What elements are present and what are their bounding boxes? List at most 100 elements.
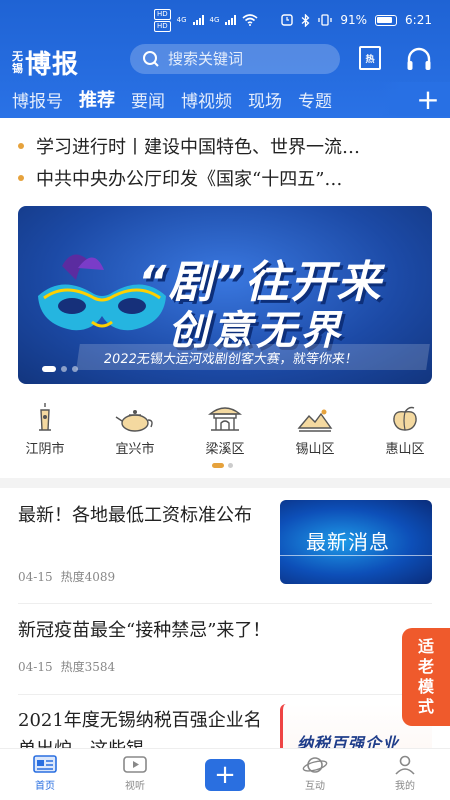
news-heat: 热度4089 bbox=[60, 570, 116, 584]
district-liangxi[interactable]: 梁溪区 bbox=[180, 402, 270, 462]
headline-item[interactable]: 学习进行时丨建设中国特色、世界一流… bbox=[0, 130, 450, 162]
nav-profile[interactable]: 我的 bbox=[360, 749, 450, 800]
banner-subtitle: 2022无锡大运河戏剧创客大赛，就等你来！ bbox=[76, 344, 430, 370]
district-huishan[interactable]: 惠山区 bbox=[360, 402, 450, 462]
news-item[interactable]: 2021年度无锡纳税百强企业名单出炉，这些锡… 纳税百强企业 bbox=[0, 698, 450, 748]
mountain-icon bbox=[297, 409, 333, 432]
alarm-icon bbox=[281, 14, 294, 26]
bluetooth-icon bbox=[301, 13, 310, 27]
hot-label: 热 bbox=[365, 54, 375, 65]
video-icon bbox=[123, 756, 147, 773]
pavilion-icon bbox=[208, 407, 242, 431]
headline-text: 学习进行时丨建设中国特色、世界一流… bbox=[36, 137, 360, 158]
user-icon bbox=[395, 755, 415, 775]
wifi-icon bbox=[242, 14, 258, 26]
battery-percent: 91% bbox=[340, 13, 368, 27]
district-shortcuts: 江阴市 宜兴市 梁溪区 锡山区 惠山区 bbox=[0, 402, 450, 462]
news-date: 04-15 bbox=[18, 570, 53, 584]
news-thumbnail: 最新消息 bbox=[280, 500, 432, 584]
district-label: 宜兴市 bbox=[115, 442, 155, 457]
nav-label: 首页 bbox=[35, 781, 55, 792]
bullet-dot bbox=[18, 175, 24, 181]
teapot-icon bbox=[115, 410, 153, 432]
plus-icon: + bbox=[416, 82, 440, 116]
district-label: 梁溪区 bbox=[205, 442, 245, 457]
tab-news[interactable]: 要闻 bbox=[123, 87, 173, 112]
tab-topic[interactable]: 专题 bbox=[290, 87, 340, 112]
carousel-banner[interactable]: “剧”往开来 创意无界 2022无锡大运河戏剧创客大赛，就等你来！ bbox=[18, 206, 432, 384]
logo-city: 无锡 bbox=[12, 49, 23, 75]
district-yixing[interactable]: 宜兴市 bbox=[90, 402, 180, 462]
district-label: 江阴市 bbox=[25, 442, 65, 457]
divider bbox=[18, 603, 432, 604]
district-label: 惠山区 bbox=[385, 442, 425, 457]
tab-live[interactable]: 现场 bbox=[240, 87, 290, 112]
status-bar: HD HD 4G 4G 91% 6:21 bbox=[0, 0, 450, 40]
tabs-fade bbox=[376, 82, 406, 116]
news-item[interactable]: 最新！各地最低工资标准公布 04-15 热度4089 最新消息 bbox=[0, 488, 450, 600]
bullet-dot bbox=[18, 143, 24, 149]
hd-chip: HD bbox=[154, 8, 171, 20]
app-logo: 无锡 博报 bbox=[12, 44, 79, 81]
tab-video[interactable]: 博视频 bbox=[173, 87, 240, 112]
news-heat: 热度3584 bbox=[60, 660, 116, 674]
status-network: HD HD 4G 4G bbox=[154, 8, 258, 32]
tab-bobaohao[interactable]: 博报号 bbox=[0, 87, 71, 112]
nav-publish[interactable]: + bbox=[180, 749, 270, 800]
headline-text: 中共中央办公厅印发《国家“十四五”… bbox=[36, 169, 343, 190]
hot-list-icon: 热 bbox=[359, 46, 381, 70]
news-title: 最新！各地最低工资标准公布 bbox=[18, 505, 252, 526]
thumbnail-text: 最新消息 bbox=[306, 530, 390, 554]
carousel-indicator bbox=[42, 366, 78, 372]
vibrate-icon bbox=[318, 14, 333, 26]
nav-home[interactable]: 首页 bbox=[0, 749, 90, 800]
status-system: 91% 6:21 bbox=[281, 13, 432, 27]
hot-list-button[interactable]: 热 bbox=[359, 46, 383, 72]
nav-video[interactable]: 视听 bbox=[90, 749, 180, 800]
headline-item[interactable]: 中共中央办公厅印发《国家“十四五”… bbox=[0, 162, 450, 194]
signal-label: 4G bbox=[209, 16, 220, 24]
audio-button[interactable] bbox=[405, 46, 433, 72]
peach-icon bbox=[393, 406, 417, 431]
elder-mode-button[interactable]: 适老模式 bbox=[402, 628, 450, 726]
news-title: 新冠疫苗最全“接种禁忌”来了！ bbox=[18, 620, 271, 641]
nav-label: 互动 bbox=[305, 781, 325, 792]
headphones-icon bbox=[407, 47, 431, 70]
section-separator bbox=[0, 478, 450, 488]
district-xishan[interactable]: 锡山区 bbox=[270, 402, 360, 462]
news-title: 2021年度无锡纳税百强企业名单出炉，这些锡… bbox=[18, 710, 262, 748]
elder-mode-label: 适老模式 bbox=[417, 637, 434, 716]
search-icon bbox=[143, 51, 159, 67]
add-channel-button[interactable]: + bbox=[406, 82, 450, 116]
tab-recommend[interactable]: 推荐 bbox=[71, 86, 123, 112]
planet-icon bbox=[302, 757, 328, 773]
bottom-nav: 首页 视听 + 互动 我的 bbox=[0, 748, 450, 800]
nav-label: 我的 bbox=[395, 781, 415, 792]
home-news-icon bbox=[33, 755, 57, 773]
news-date: 04-15 bbox=[18, 660, 53, 674]
nav-label: 视听 bbox=[125, 781, 145, 792]
nav-interact[interactable]: 互动 bbox=[270, 749, 360, 800]
tower-icon bbox=[39, 403, 51, 431]
news-meta: 04-15 热度4089 bbox=[18, 568, 115, 585]
district-pager bbox=[212, 463, 233, 468]
logo-name: 博报 bbox=[25, 50, 80, 80]
divider bbox=[18, 694, 432, 695]
hd-chip: HD bbox=[154, 20, 171, 32]
headline-list: 学习进行时丨建设中国特色、世界一流… 中共中央办公厅印发《国家“十四五”… bbox=[0, 130, 450, 194]
signal-icon bbox=[192, 15, 204, 25]
thumbnail-text: 纳税百强企业 bbox=[297, 734, 400, 748]
district-label: 锡山区 bbox=[295, 442, 335, 457]
search-bar[interactable] bbox=[130, 44, 340, 74]
clock: 6:21 bbox=[405, 13, 432, 27]
signal-icon bbox=[225, 15, 237, 25]
app-header: HD HD 4G 4G 91% 6:21 无锡 博报 热 bbox=[0, 0, 450, 118]
plus-icon: + bbox=[205, 759, 245, 791]
news-item[interactable]: 新冠疫苗最全“接种禁忌”来了！ 04-15 热度3584 bbox=[0, 606, 450, 694]
district-jiangyin[interactable]: 江阴市 bbox=[0, 402, 90, 462]
top-bar: 无锡 博报 热 bbox=[0, 42, 450, 80]
news-meta: 04-15 热度3584 bbox=[18, 658, 115, 675]
search-input[interactable] bbox=[168, 50, 328, 68]
battery-icon bbox=[375, 14, 398, 26]
signal-label: 4G bbox=[176, 16, 187, 24]
